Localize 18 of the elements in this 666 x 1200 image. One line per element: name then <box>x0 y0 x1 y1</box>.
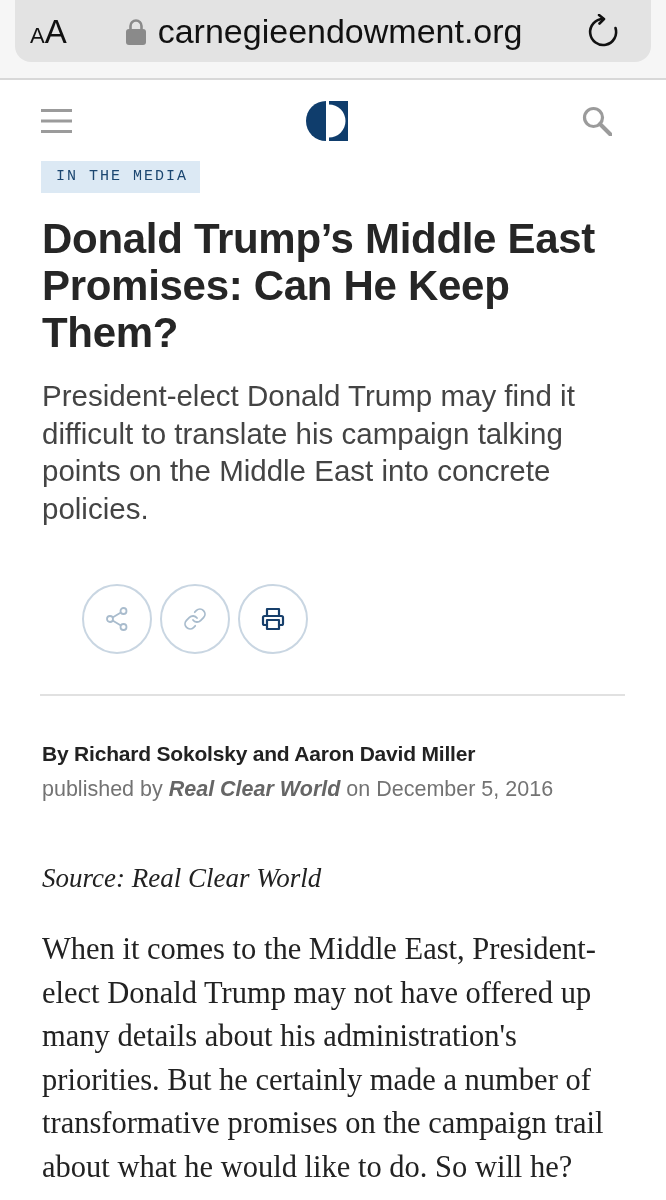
article-title: Donald Trump’s Middle East Promises: Can He Keep Them? <box>42 215 597 356</box>
category-tag: IN THE MEDIA <box>41 161 201 193</box>
menu-icon[interactable] <box>41 109 72 133</box>
link-icon <box>183 607 207 631</box>
author-byline: By Richard Sokolsky and Aaron David Miller <box>42 741 477 767</box>
lock-icon <box>125 17 146 45</box>
address-bar[interactable]: AA carnegieendowment.org <box>15 0 651 62</box>
article-summary: President-elect Donald Trump may find it difficult to translate his campaign talking points on the Middle East into concrete policies. <box>42 378 576 527</box>
text-size-button[interactable]: AA <box>30 14 67 48</box>
source-line: Source: Real Clear World <box>42 862 323 895</box>
logo-icon[interactable] <box>306 100 348 142</box>
printer-icon <box>261 607 285 631</box>
url-text: carnegieendowment.org <box>157 11 523 51</box>
article-paragraph: When it comes to the Middle East, President-elect Donald Trump may not have offered up many details about his administration's priorities. But he certainly made a number of transformative promises on the campaign trail about what he would like to do. So will he? <box>42 931 605 1186</box>
publication-line: published by Real Clear World on December 5, 2016 <box>42 776 555 803</box>
search-icon[interactable] <box>582 106 612 136</box>
reload-icon[interactable] <box>586 14 620 48</box>
share-icon <box>106 607 128 631</box>
